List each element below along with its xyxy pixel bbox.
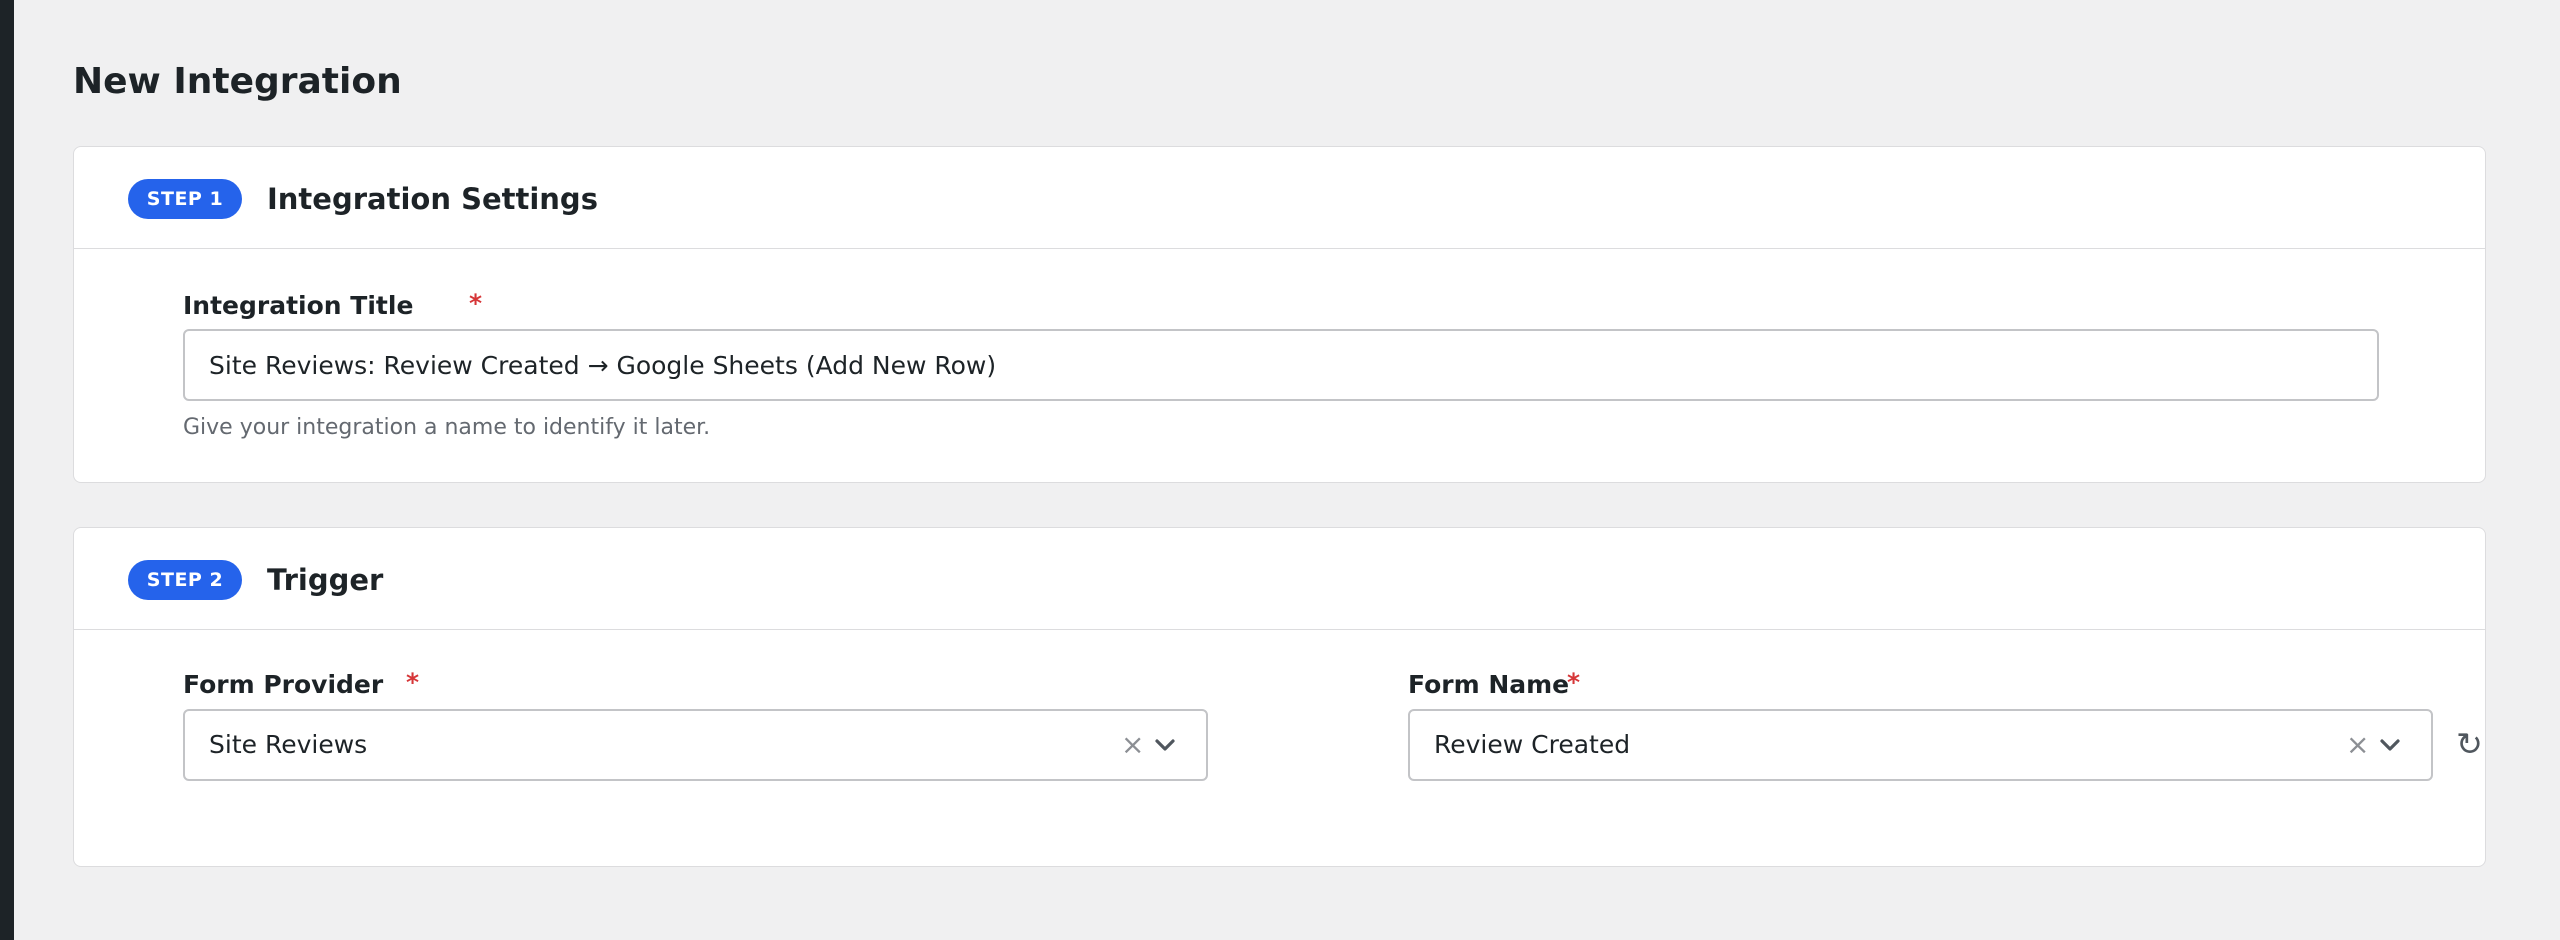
required-indicator: * — [1567, 668, 1581, 697]
page-title: New Integration — [73, 61, 402, 102]
integration-title-input[interactable] — [183, 329, 2379, 401]
integration-title-label: Integration Title — [183, 291, 414, 320]
chevron-down-icon[interactable] — [2378, 733, 2402, 757]
step-badge: STEP 2 — [128, 560, 242, 600]
card-title: Trigger — [267, 563, 384, 597]
admin-sidebar-edge — [0, 0, 14, 940]
card-header: STEP 2 Trigger — [74, 528, 2485, 630]
trigger-card: STEP 2 Trigger Form Provider * Site Revi… — [73, 527, 2486, 867]
form-provider-select[interactable]: Site Reviews × — [183, 709, 1208, 781]
close-icon[interactable]: × — [2346, 711, 2369, 779]
form-provider-value: Site Reviews — [209, 730, 368, 759]
form-name-label: Form Name — [1408, 670, 1570, 699]
required-indicator: * — [406, 668, 420, 697]
integration-title-help: Give your integration a name to identify… — [183, 415, 711, 440]
close-icon[interactable]: × — [1121, 711, 1144, 779]
integration-settings-card: STEP 1 Integration Settings Integration … — [73, 146, 2486, 483]
form-name-select[interactable]: Review Created × — [1408, 709, 2433, 781]
chevron-down-icon[interactable] — [1153, 733, 1177, 757]
required-indicator: * — [469, 289, 483, 318]
form-provider-label: Form Provider — [183, 670, 384, 699]
card-title: Integration Settings — [267, 182, 598, 216]
card-header: STEP 1 Integration Settings — [74, 147, 2485, 249]
form-name-value: Review Created — [1434, 730, 1631, 759]
step-badge: STEP 1 — [128, 179, 242, 219]
refresh-icon[interactable]: ↻ — [2456, 724, 2483, 764]
